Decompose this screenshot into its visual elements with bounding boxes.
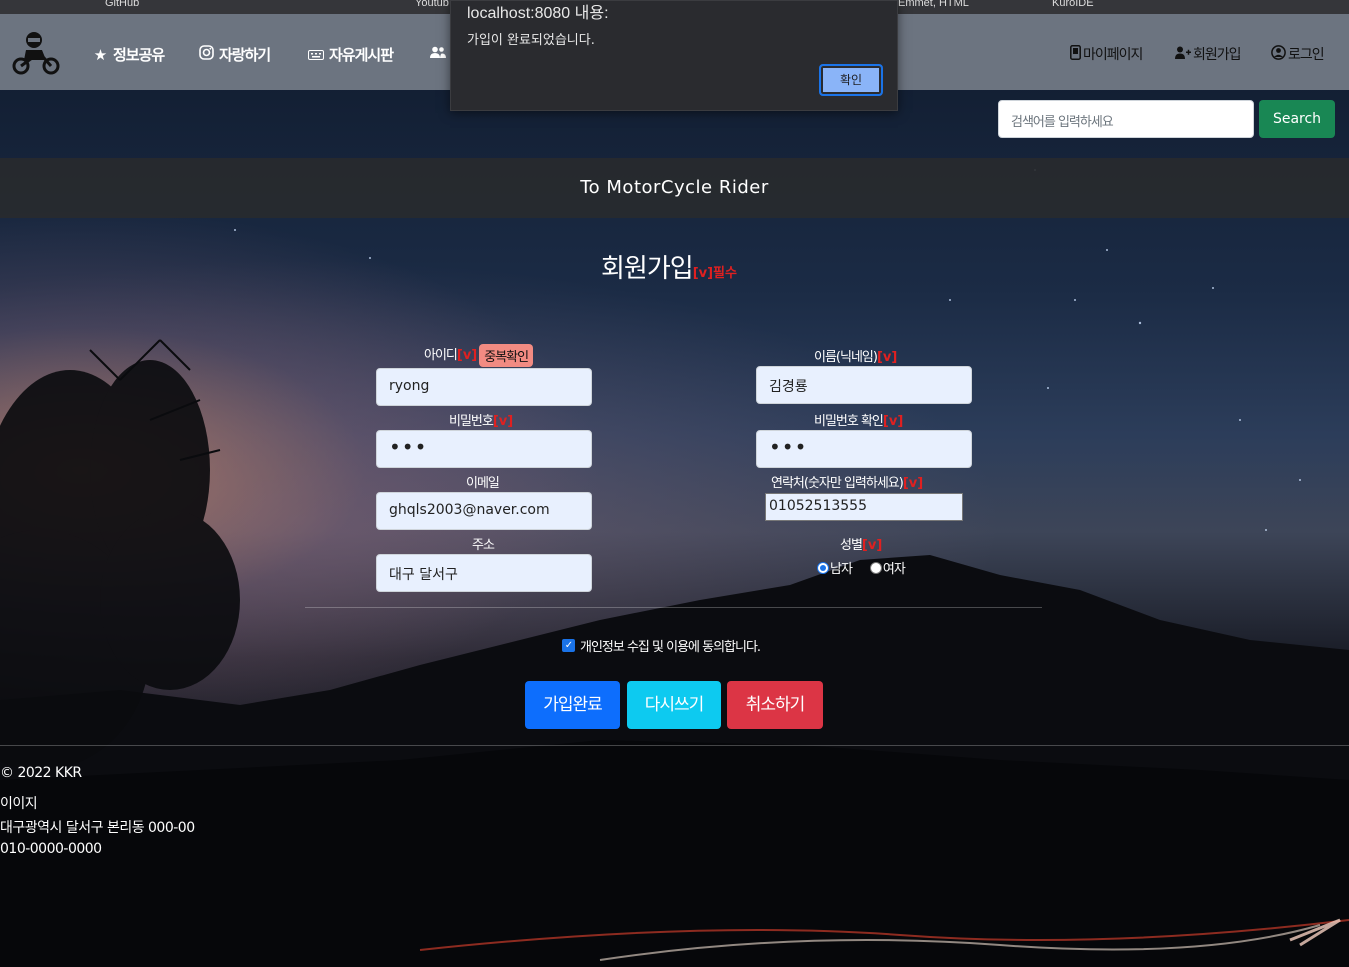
- required-mark: [v]: [902, 476, 924, 491]
- required-mark: [v]: [861, 538, 883, 553]
- phone-input[interactable]: 01052513555: [765, 493, 963, 521]
- dialog-ok-button[interactable]: 확인: [819, 64, 883, 96]
- dialog-message: 가입이 완료되었습니다.: [467, 33, 595, 48]
- gender-label-text: 성별: [840, 538, 863, 553]
- password-confirm-input[interactable]: •••: [756, 430, 972, 468]
- required-mark: [v]: [876, 350, 898, 365]
- password-confirm-label: 비밀번호 확인[v]: [814, 410, 903, 429]
- privacy-agree-label: 개인정보 수집 및 이용에 동의합니다.: [580, 640, 761, 655]
- gender-female-radio[interactable]: [869, 561, 882, 574]
- id-input[interactable]: ryong: [376, 368, 592, 406]
- address-input[interactable]: 대구 달서구: [376, 554, 592, 592]
- footer-address: 대구광역시 달서구 본리동 000-00: [0, 820, 195, 836]
- form-divider: [305, 607, 1042, 608]
- gender-female-label: 여자: [882, 562, 906, 577]
- name-input[interactable]: 김경룡: [756, 366, 972, 404]
- email-label: 이메일: [466, 476, 500, 491]
- footer-copyright: © 2022 KKR: [0, 765, 82, 781]
- id-label: 아이디[v] 중복확인: [424, 344, 534, 367]
- email-input[interactable]: ghqls2003@naver.com: [376, 492, 592, 530]
- name-label: 이름(닉네임)[v]: [814, 346, 897, 365]
- password-label-text: 비밀번호: [449, 414, 494, 429]
- signup-form: 회원가입[v]필수 아이디[v] 중복확인 ryong 이름(닉네임)[v] 김경…: [0, 0, 1349, 967]
- gender-radio-group: 남자 여자: [817, 558, 906, 577]
- page-title: 회원가입[v]필수: [601, 248, 737, 285]
- password-label: 비밀번호[v]: [449, 410, 513, 429]
- required-note: [v]필수: [692, 266, 737, 281]
- gender-male-radio[interactable]: [817, 561, 829, 574]
- required-mark: [v]: [882, 414, 904, 429]
- page-title-text: 회원가입: [601, 254, 694, 284]
- password-confirm-label-text: 비밀번호 확인: [814, 414, 884, 429]
- submit-button[interactable]: 가입완료: [525, 681, 620, 729]
- footer-divider: [0, 745, 1349, 746]
- privacy-agree-checkbox[interactable]: ✓: [562, 639, 575, 652]
- phone-label-text: 연락처(숫자만 입력하세요): [771, 476, 904, 491]
- cancel-button[interactable]: 취소하기: [727, 681, 823, 729]
- required-mark: [v]: [456, 348, 478, 363]
- address-label: 주소: [472, 538, 495, 553]
- gender-label: 성별[v]: [840, 534, 882, 553]
- footer-name: 이이지: [0, 796, 38, 812]
- password-input[interactable]: •••: [376, 430, 592, 468]
- phone-label: 연락처(숫자만 입력하세요)[v]: [771, 472, 923, 491]
- id-label-text: 아이디: [424, 348, 458, 363]
- alert-dialog: localhost:8080 내용: 가입이 완료되었습니다. 확인: [450, 0, 898, 111]
- duplicate-check-button[interactable]: 중복확인: [479, 344, 534, 367]
- privacy-agree: ✓ 개인정보 수집 및 이용에 동의합니다.: [562, 636, 761, 655]
- gender-male-label: 남자: [830, 562, 853, 577]
- name-label-text: 이름(닉네임): [814, 350, 878, 365]
- footer-phone: 010-0000-0000: [0, 841, 102, 857]
- reset-button[interactable]: 다시쓰기: [627, 681, 721, 729]
- dialog-title: localhost:8080 내용:: [467, 5, 609, 22]
- required-mark: [v]: [492, 414, 514, 429]
